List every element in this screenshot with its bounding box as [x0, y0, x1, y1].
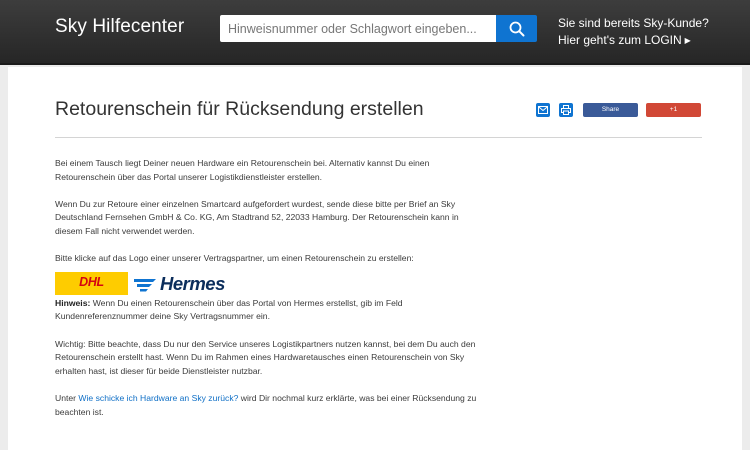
- envelope-icon: [538, 106, 548, 114]
- dhl-logo-text: DHL: [79, 275, 104, 290]
- caret-right-icon: ▶: [684, 36, 691, 45]
- partner-logos: DHL Hermes: [55, 271, 485, 297]
- search-icon: [509, 21, 524, 36]
- search-bar: [220, 15, 537, 42]
- brand-title[interactable]: Sky Hilfecenter: [55, 16, 184, 38]
- dhl-logo[interactable]: DHL: [55, 271, 128, 295]
- page-title: Retourenschein für Rücksendung erstellen: [55, 98, 424, 120]
- paragraph-logo-instruction: Bitte klicke auf das Logo einer unserer …: [55, 253, 414, 264]
- paragraph-intro: Bei einem Tausch liegt Deiner neuen Hard…: [55, 158, 430, 182]
- return-hardware-link[interactable]: Wie schicke ich Hardware an Sky zurück?: [78, 393, 238, 403]
- hermes-logo[interactable]: Hermes: [132, 273, 225, 296]
- hermes-wing-icon: [134, 279, 156, 292]
- hint-label: Hinweis:: [55, 297, 91, 308]
- login-area: Sie sind bereits Sky-Kunde? Hier geht's …: [558, 15, 709, 49]
- paragraph-smartcard: Wenn Du zur Retoure einer einzelnen Smar…: [55, 198, 459, 236]
- paragraph-more-info: Unter Wie schicke ich Hardware an Sky zu…: [55, 392, 485, 419]
- login-prompt: Sie sind bereits Sky-Kunde?: [558, 16, 709, 30]
- search-input[interactable]: [220, 15, 496, 42]
- login-link[interactable]: Hier geht's zum LOGIN ▶: [558, 32, 709, 49]
- article-body: Bei einem Tausch liegt Deiner neuen Hard…: [55, 157, 485, 419]
- print-icon: [561, 105, 571, 115]
- facebook-share-button[interactable]: Share: [583, 103, 638, 117]
- hermes-logo-text: Hermes: [160, 273, 225, 295]
- paragraph-hint: Hinweis: Wenn Du einen Retourenschein üb…: [55, 297, 485, 324]
- login-link-label: Hier geht's zum LOGIN: [558, 33, 682, 47]
- site-header: Sky Hilfecenter Sie sind bereits Sky-Kun…: [0, 0, 750, 65]
- hint-text: Wenn Du einen Retourenschein über das Po…: [55, 297, 403, 322]
- paragraph-important: Wichtig: Bitte beachte, dass Du nur den …: [55, 338, 476, 376]
- title-divider: [55, 137, 702, 138]
- article-panel: Retourenschein für Rücksendung erstellen…: [8, 67, 742, 450]
- more-info-prefix: Unter: [55, 392, 79, 403]
- search-button[interactable]: [496, 15, 537, 42]
- print-button[interactable]: [559, 103, 573, 117]
- email-share-button[interactable]: [536, 103, 550, 117]
- google-plus-button[interactable]: +1: [646, 103, 701, 117]
